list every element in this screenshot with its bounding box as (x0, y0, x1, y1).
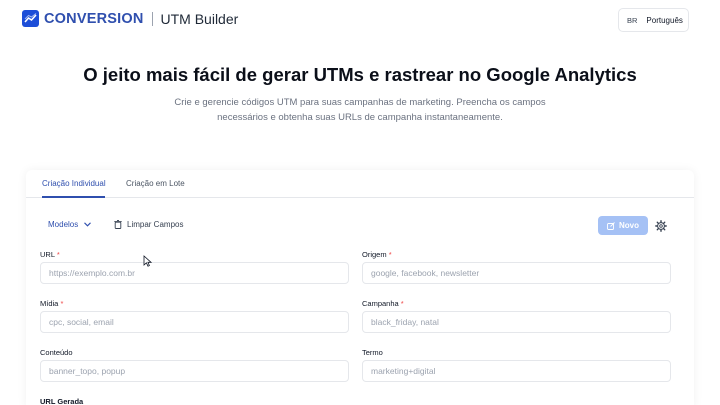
language-label: Português (646, 15, 683, 25)
clear-fields-label: Limpar Campos (127, 220, 184, 229)
app-header: CONVERSION UTM Builder BR Português (0, 0, 720, 40)
trash-icon (114, 220, 122, 229)
campaign-input[interactable]: black_friday, natal (362, 311, 671, 333)
brand-separator (151, 11, 153, 26)
term-input[interactable]: marketing+digital (362, 360, 671, 382)
page-description: Crie e gerencie códigos UTM para suas ca… (174, 97, 546, 123)
clear-fields-button[interactable]: Limpar Campos (114, 220, 183, 229)
language-code: BR (627, 15, 638, 25)
models-label: Modelos (48, 220, 79, 229)
medium-label: Mídia * (40, 299, 64, 308)
tab-individual[interactable]: Criação Individual (42, 179, 106, 188)
url-label: URL * (40, 250, 60, 259)
chevron-down-icon (84, 222, 92, 227)
content-label: Conteúdo (40, 348, 73, 357)
page-title: O jeito mais fácil de gerar UTMs e rastr… (83, 64, 637, 85)
generated-url-label: URL Gerada (40, 397, 84, 405)
term-label: Termo (362, 348, 383, 357)
content-input[interactable]: banner_topo, popup (40, 360, 349, 382)
gear-icon[interactable] (655, 219, 667, 237)
campaign-label: Campanha * (362, 299, 404, 308)
edit-icon (607, 221, 615, 230)
models-dropdown-button[interactable]: Modelos (48, 220, 92, 229)
language-selector[interactable]: BR Português (618, 8, 689, 32)
brand-subtitle: UTM Builder (160, 10, 239, 27)
source-input[interactable]: google, facebook, newsletter (362, 262, 671, 284)
tab-bar: Criação Individual Criação em Lote (26, 170, 694, 198)
brand-logo[interactable]: CONVERSION UTM Builder (22, 10, 238, 27)
url-input[interactable]: https://exemplo.com.br (40, 262, 349, 284)
medium-input[interactable]: cpc, social, email (40, 311, 349, 333)
chart-line-icon (22, 10, 39, 27)
brand-name: CONVERSION (44, 10, 144, 27)
tab-batch[interactable]: Criação em Lote (126, 179, 185, 188)
source-label: Origem * (362, 250, 392, 259)
cursor-icon (143, 254, 153, 272)
new-button-label: Novo (619, 221, 639, 230)
active-tab-indicator (42, 196, 105, 198)
new-button[interactable]: Novo (598, 216, 648, 235)
